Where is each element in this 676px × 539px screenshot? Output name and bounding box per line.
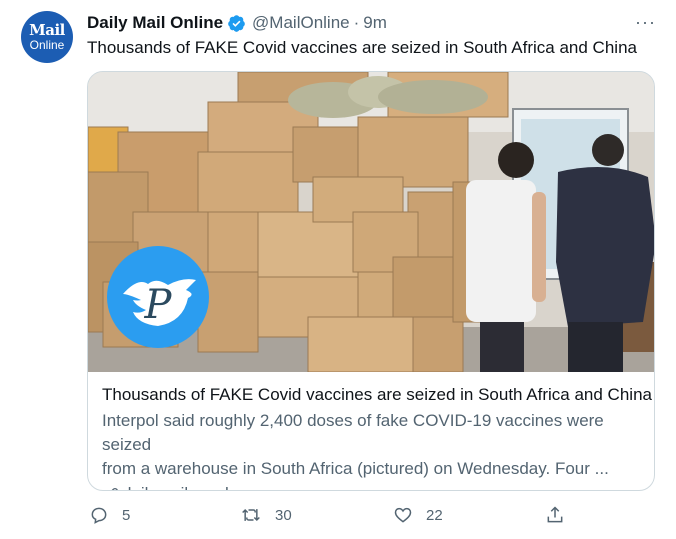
card-image[interactable]: P	[88, 72, 654, 372]
tweet-header: Daily Mail Online @MailOnline · 9m ···	[87, 12, 656, 34]
card-body: Thousands of FAKE Covid vaccines are sei…	[102, 383, 652, 490]
card-link[interactable]: dailymail.co.uk	[102, 482, 644, 490]
card-title: Thousands of FAKE Covid vaccines are sei…	[102, 385, 652, 404]
more-options-icon[interactable]: ···	[635, 12, 656, 33]
card-description: Interpol said roughly 2,400 doses of fak…	[102, 409, 644, 481]
share-button[interactable]	[545, 505, 578, 525]
card-domain[interactable]: dailymail.co.uk	[122, 482, 234, 490]
like-count: 22	[426, 506, 443, 524]
svg-text:P: P	[144, 282, 173, 328]
avatar-text-online: Online	[29, 38, 65, 52]
tweet-text: Thousands of FAKE Covid vaccines are sei…	[87, 38, 637, 57]
reply-icon	[91, 507, 107, 524]
share-icon	[547, 506, 563, 523]
tweet-timestamp[interactable]: 9m	[363, 13, 387, 33]
retweet-button[interactable]: 30	[240, 505, 292, 525]
retweet-icon	[242, 508, 260, 522]
card-description-line: from a warehouse in South Africa (pictur…	[102, 459, 609, 478]
avatar-text-mail: Mail	[29, 21, 65, 39]
heart-icon	[394, 507, 412, 523]
verified-badge-icon	[227, 14, 246, 33]
like-button[interactable]: 22	[393, 505, 443, 525]
author-name[interactable]: Daily Mail Online	[87, 13, 223, 33]
reply-count: 5	[122, 506, 131, 524]
author-handle[interactable]: @MailOnline	[252, 13, 350, 33]
separator-dot: ·	[353, 13, 360, 32]
link-card[interactable]: P Thousands of FAKE Covid vaccines are s…	[87, 71, 655, 491]
card-description-line: Interpol said roughly 2,400 doses of fak…	[102, 411, 604, 454]
reply-button[interactable]: 5	[89, 505, 130, 525]
avatar[interactable]: Mail Online	[21, 11, 73, 63]
link-icon	[111, 488, 118, 490]
tweet-actions: 5 30 22	[87, 505, 567, 529]
retweet-count: 30	[275, 506, 292, 524]
